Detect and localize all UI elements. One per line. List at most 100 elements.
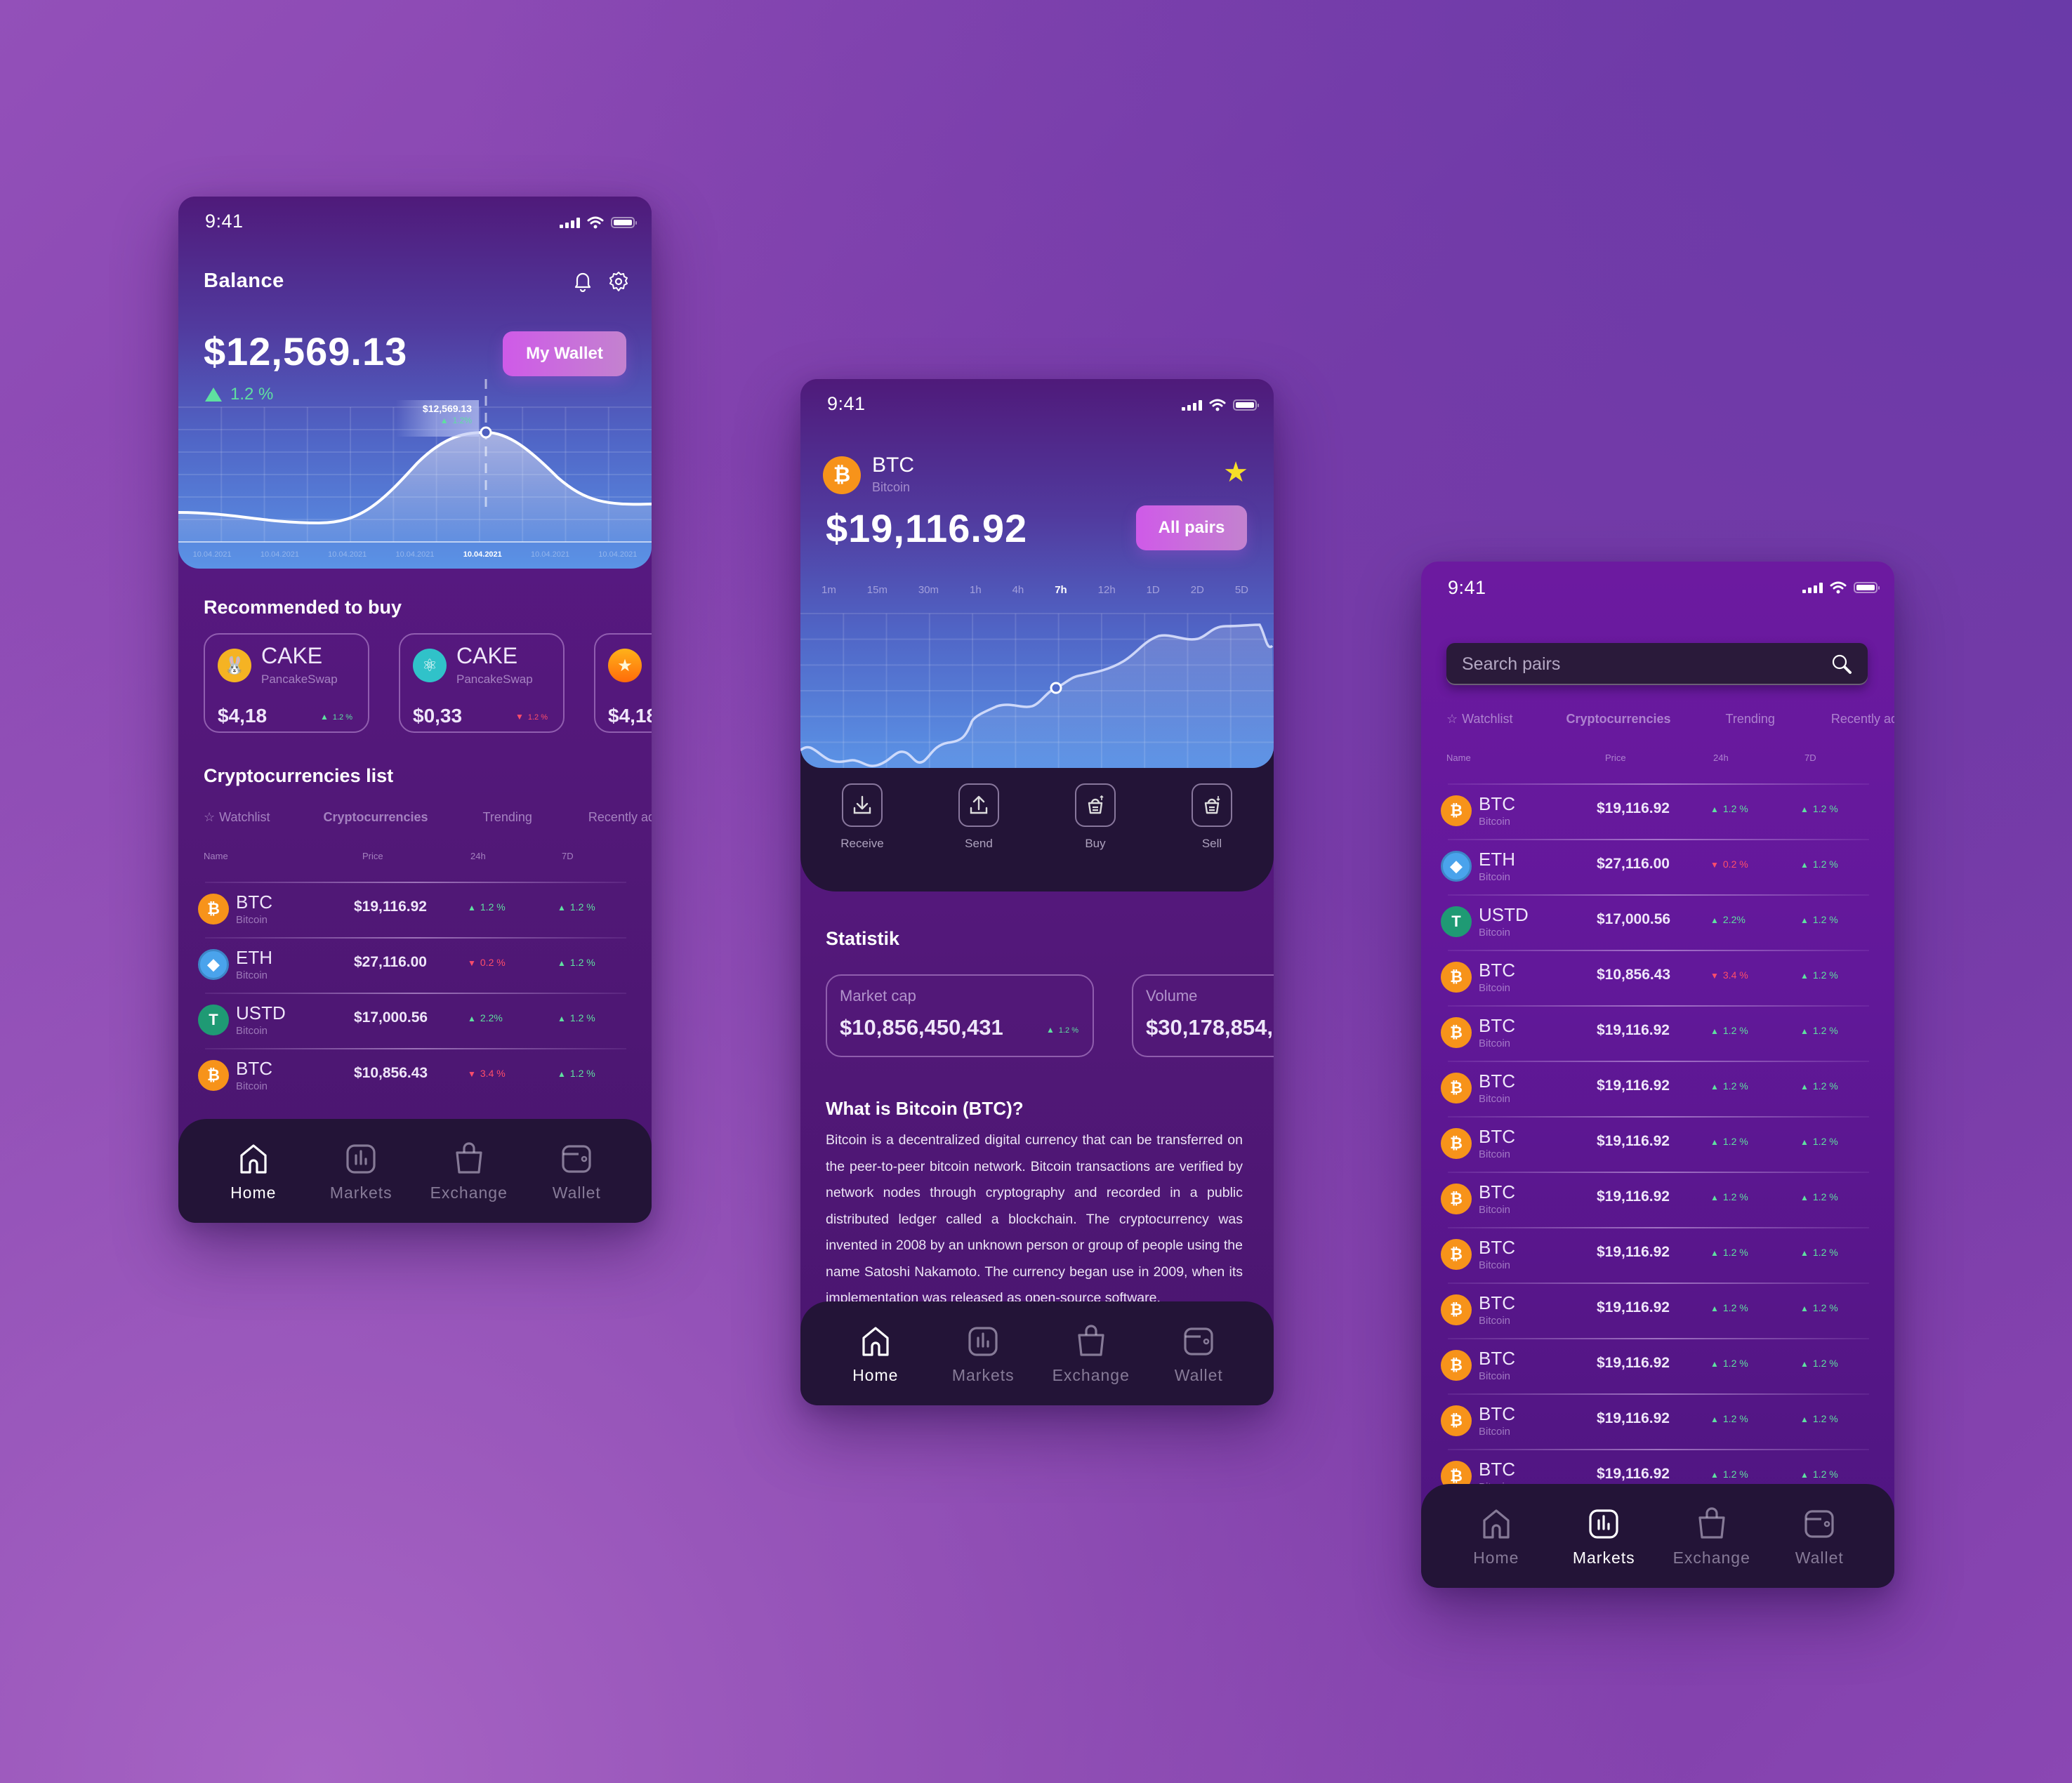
column-price[interactable]: Price: [362, 851, 383, 861]
list-item[interactable]: ₿BTCBitcoin$19,116.92▲1.2 %▲1.2 %: [1441, 1393, 1869, 1449]
list-item[interactable]: ₿BTCBitcoin$19,116.92▲1.2 %▲1.2 %: [1441, 1282, 1869, 1338]
coin-name: Bitcoin: [236, 969, 268, 981]
bell-icon[interactable]: [573, 271, 593, 292]
column-c7d[interactable]: 7D: [1804, 753, 1816, 763]
nav-markets[interactable]: Markets: [312, 1140, 410, 1202]
nav-wallet[interactable]: Wallet: [1770, 1505, 1868, 1567]
tab-watchlist[interactable]: ☆ Watchlist: [204, 810, 270, 825]
nav-wallet[interactable]: Wallet: [527, 1140, 626, 1202]
chart-cursor-point[interactable]: [480, 426, 492, 439]
change-value: 1.2 %: [1812, 1413, 1838, 1424]
column-c24[interactable]: 24h: [470, 851, 486, 861]
column-c24[interactable]: 24h: [1713, 753, 1729, 763]
price-chart[interactable]: [800, 592, 1274, 768]
list-item[interactable]: ₿ BTC Bitcoin $10,856.43 ▼ 3.4 % ▲ 1.2 %: [1441, 950, 1869, 1005]
change-24h: ▲ 1.2 %: [1710, 1469, 1748, 1480]
favorite-star-icon[interactable]: ★: [1223, 456, 1248, 489]
crypto-list: ₿ BTC Bitcoin $19,116.92 ▲ 1.2 % ▲ 1.2 % ◆ ETH Bit…: [198, 882, 626, 1103]
status-bar: 9:41: [178, 197, 652, 246]
list-item[interactable]: ₿BTCBitcoin$19,116.92▲1.2 %▲1.2 %: [1441, 1227, 1869, 1282]
search-icon[interactable]: [1831, 654, 1852, 675]
up-arrow-icon: ▲: [1710, 1026, 1719, 1036]
search-input[interactable]: [1462, 654, 1831, 675]
change-value: 1.2 %: [569, 957, 595, 968]
change-value: 1.2 %: [1812, 1469, 1838, 1480]
bitcoin-coin-icon: ₿: [823, 456, 861, 494]
list-item[interactable]: T USTD Bitcoin $17,000.56 ▲ 2.2% ▲ 1.2 %: [1441, 894, 1869, 950]
up-arrow-icon: ▲: [1710, 1248, 1719, 1258]
column-c7d[interactable]: 7D: [562, 851, 574, 861]
coin-change: ▲ 1.2 %: [319, 712, 352, 722]
send-button[interactable]: Send: [951, 783, 1007, 851]
list-item[interactable]: ₿BTCBitcoin$19,116.92▲1.2 %▲1.2 %: [1441, 1172, 1869, 1227]
receive-button[interactable]: Receive: [834, 783, 890, 851]
coin-name: Bitcoin: [1479, 1148, 1511, 1160]
tab-recently-added[interactable]: Recently added: [588, 810, 652, 825]
buy-basket-icon: [1075, 783, 1116, 827]
change-7d: ▲ 1.2 %: [1800, 1302, 1838, 1313]
change-value: 1.2 %: [1722, 1469, 1748, 1480]
buy-button[interactable]: Buy: [1067, 783, 1123, 851]
nav-wallet[interactable]: Wallet: [1149, 1323, 1248, 1385]
up-arrow-icon: ▲: [1045, 1025, 1055, 1035]
coin-symbol: CAKE: [261, 643, 323, 668]
change-value: 1.2 %: [569, 1012, 595, 1023]
my-wallet-button[interactable]: My Wallet: [503, 331, 626, 376]
list-item[interactable]: ₿BTCBitcoin$19,116.92▲1.2 %▲1.2 %: [1441, 1338, 1869, 1393]
column-name[interactable]: Name: [204, 851, 228, 861]
nav-exchange[interactable]: Exchange: [420, 1140, 518, 1202]
coin-name: PancakeSwap: [456, 672, 533, 686]
change-24h: ▲ 1.2 %: [468, 901, 506, 913]
chart-cursor-point[interactable]: [1050, 682, 1062, 694]
bottom-nav: Home Markets Exchange Wallet: [178, 1119, 652, 1223]
recommended-card[interactable]: ★CP$4,18: [594, 633, 652, 733]
tab-cryptocurrencies[interactable]: Cryptocurrencies: [323, 810, 428, 825]
coin-name: PancakeSwap: [261, 672, 338, 686]
up-arrow-icon: ▲: [1710, 1304, 1719, 1313]
list-item[interactable]: T USTD Bitcoin $17,000.56 ▲ 2.2% ▲ 1.2 %: [198, 993, 626, 1048]
tab-watchlist[interactable]: ☆ Watchlist: [1446, 712, 1512, 727]
home-screen: 9:41 Balance $12,569.13 My Wallet 1.2 %: [178, 197, 652, 1223]
recommended-card[interactable]: ⚛ CAKE PancakeSwap $0,33 ▼ 1.2 %: [399, 633, 565, 733]
list-item[interactable]: ₿BTCBitcoin$19,116.92▲1.2 %▲1.2 %: [1441, 1005, 1869, 1061]
nav-home[interactable]: Home: [1447, 1505, 1545, 1567]
sell-button[interactable]: Sell: [1184, 783, 1240, 851]
coin-price: $19,116.92: [354, 899, 427, 915]
nav-home[interactable]: Home: [204, 1140, 303, 1202]
tab-recently-added[interactable]: Recently added: [1831, 712, 1894, 727]
nav-label: Exchange: [430, 1183, 508, 1202]
settings-gear-icon[interactable]: [608, 271, 629, 292]
nav-markets[interactable]: Markets: [934, 1323, 1032, 1385]
list-item[interactable]: ₿BTCBitcoin$19,116.92▲1.2 %▲1.2 %: [1441, 1061, 1869, 1116]
tab-trending[interactable]: Trending: [483, 810, 532, 825]
sell-basket-icon: [1192, 783, 1232, 827]
recommended-card[interactable]: 🐰 CAKE PancakeSwap $4,18 ▲ 1.2 %: [204, 633, 369, 733]
column-price[interactable]: Price: [1605, 753, 1626, 763]
nav-label: Home: [1473, 1548, 1519, 1567]
tab-cryptocurrencies[interactable]: Cryptocurrencies: [1566, 712, 1670, 727]
all-pairs-button[interactable]: All pairs: [1136, 505, 1247, 550]
column-name[interactable]: Name: [1446, 753, 1471, 763]
coin-price: $19,116.92: [1597, 1244, 1670, 1260]
stat-card-market-cap: Market cap $10,856,450,431 ▲ 1.2 %: [826, 974, 1094, 1057]
nav-exchange[interactable]: Exchange: [1042, 1323, 1140, 1385]
list-item[interactable]: ₿BTCBitcoin$19,116.92▲1.2 %▲1.2 %: [1441, 783, 1869, 839]
tether-coin-icon: T: [198, 1005, 229, 1035]
nav-markets[interactable]: Markets: [1555, 1505, 1653, 1567]
tab-trending[interactable]: Trending: [1726, 712, 1775, 727]
change-7d: ▲ 1.2 %: [557, 901, 595, 913]
nav-home[interactable]: Home: [826, 1323, 925, 1385]
wallet-icon: [562, 1144, 591, 1173]
list-item[interactable]: ₿BTCBitcoin$19,116.92▲1.2 %▲1.2 %: [198, 882, 626, 937]
list-item[interactable]: ₿ BTC Bitcoin $10,856.43 ▼ 3.4 % ▲ 1.2 %: [198, 1048, 626, 1103]
coin-price: $4,18: [608, 705, 652, 727]
x-tick-label: 10.04.2021: [260, 550, 299, 559]
list-item[interactable]: ₿BTCBitcoin$19,116.92▲1.2 %▲1.2 %: [1441, 1116, 1869, 1172]
coin-name: Bitcoin: [236, 914, 268, 926]
nav-exchange[interactable]: Exchange: [1663, 1505, 1761, 1567]
ethereum-coin-icon: ◆: [1441, 851, 1472, 882]
list-item[interactable]: ◆ ETH Bitcoin $27,116.00 ▼ 0.2 % ▲ 1.2 %: [198, 937, 626, 993]
change-7d: ▲ 1.2 %: [1800, 1191, 1838, 1202]
change-24h: ▲ 1.2 %: [1710, 1358, 1748, 1369]
list-item[interactable]: ◆ ETH Bitcoin $27,116.00 ▼ 0.2 % ▲ 1.2 %: [1441, 839, 1869, 894]
